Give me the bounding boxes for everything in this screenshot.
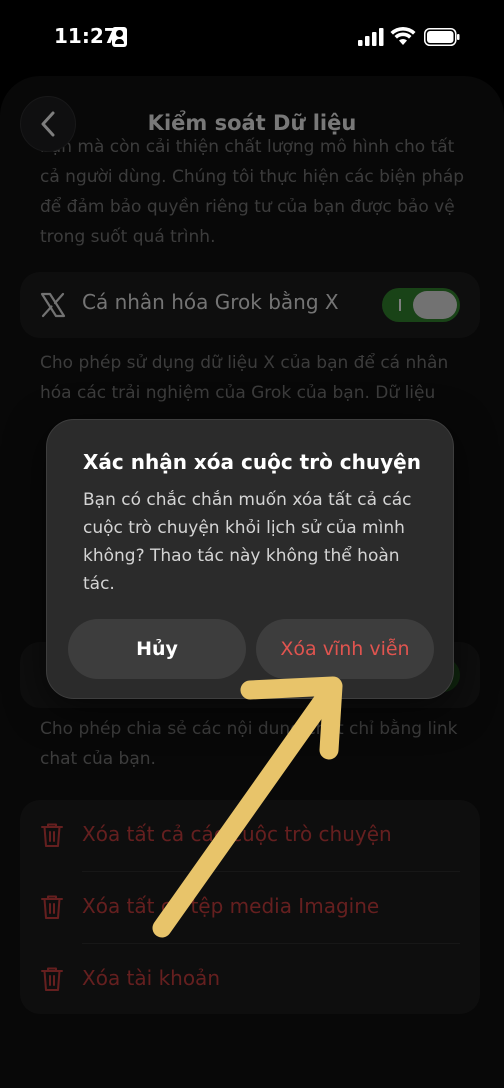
- confirm-delete-dialog: Xác nhận xóa cuộc trò chuyện Bạn có chắc…: [46, 419, 454, 699]
- dialog-title: Xác nhận xóa cuộc trò chuyện: [83, 450, 421, 474]
- dialog-message: Bạn có chắc chắn muốn xóa tất cả các cuộ…: [83, 490, 412, 594]
- wifi-icon: [390, 26, 416, 45]
- status-time: 11:27: [54, 24, 118, 48]
- status-bar: 11:27: [0, 0, 504, 76]
- cellular-signal-icon: [358, 28, 384, 46]
- battery-icon: [424, 28, 460, 46]
- cancel-button[interactable]: Hủy: [68, 619, 246, 679]
- delete-permanently-button[interactable]: Xóa vĩnh viễn: [256, 619, 434, 679]
- person-badge-icon: [112, 27, 127, 47]
